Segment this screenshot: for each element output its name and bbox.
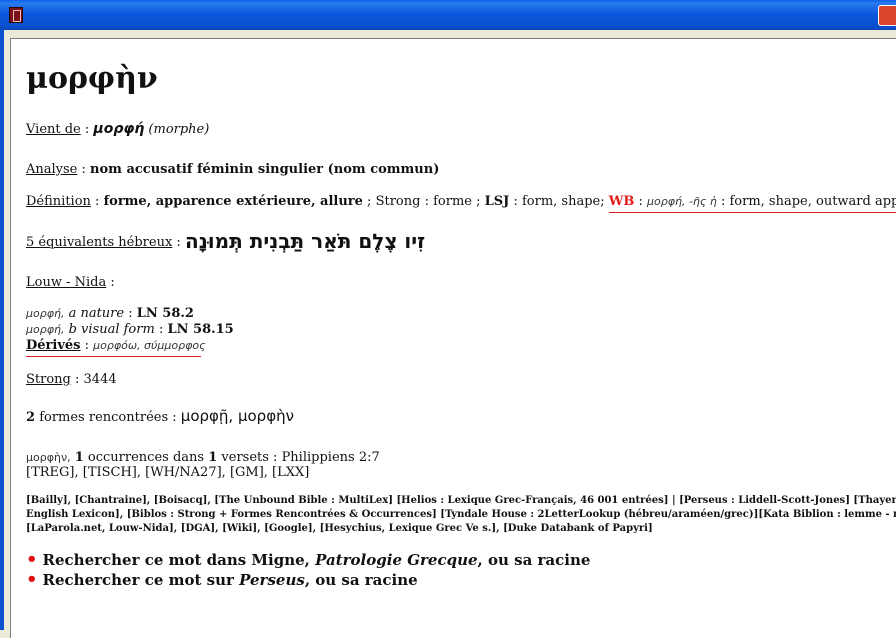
content-pane: μορφὴν Vient de : μορφή (morphe) Analyse… xyxy=(10,38,896,638)
link2-italic: Perseus xyxy=(239,571,305,589)
strong-number: 3444 xyxy=(83,372,117,387)
separator: : xyxy=(70,372,84,387)
refs-line-1[interactable]: [Bailly], [Chantraine], [Boisacq], [The … xyxy=(26,495,896,506)
analyse-value: nom accusatif féminin singulier (nom com… xyxy=(90,162,440,177)
separator: ; xyxy=(362,194,376,209)
ln-entry-2: μορφή, b visual form : LN 58.15 xyxy=(26,322,234,337)
hebrew-words[interactable]: זִיו צֶלֶם תֹּאַר תַּבְנִית תְּמוּנָה xyxy=(185,229,425,253)
analyse-label: Analyse xyxy=(26,162,78,177)
lsj-def: form, shape; xyxy=(521,194,605,209)
wb-label[interactable]: WB xyxy=(609,194,635,209)
lemma[interactable]: μορφή xyxy=(93,121,144,137)
perseus-link[interactable]: • Rechercher ce mot sur Perseus, ou sa ra… xyxy=(26,569,418,590)
bullet-icon: • xyxy=(26,569,38,590)
strong-def-label: Strong xyxy=(375,194,421,209)
transliteration: (morphe) xyxy=(148,122,210,137)
separator: : xyxy=(154,322,168,337)
derives-value[interactable]: μορφόω, σύμμορφος xyxy=(93,339,205,352)
ln-1-greek: μορφή, xyxy=(26,307,65,320)
occ-greek: μορφὴν, xyxy=(26,451,71,464)
derives-line: Dérivés : μορφόω, σύμμορφος xyxy=(26,338,206,357)
analyse-line: Analyse : nom accusatif féminin singulie… xyxy=(26,162,439,177)
hebrew-line: 5 équivalents hébreux : זִיו צֶלֶם תֹּאַ… xyxy=(26,229,425,253)
link1-post: , ou sa racine xyxy=(477,551,591,569)
definition-line: Définition : forme, apparence extérieure… xyxy=(26,194,896,213)
ln-1-code[interactable]: LN 58.2 xyxy=(137,306,194,321)
wb-def: form, shape, outward appearance xyxy=(729,194,896,209)
refs-line-2[interactable]: English Lexicon], [Biblos : Strong + For… xyxy=(26,509,896,520)
ln-2-greek: μορφή, xyxy=(26,323,65,336)
separator: : xyxy=(106,275,115,290)
wb-block: WB : μορφή, -ῆς ἡ : form, shape, outward… xyxy=(608,194,896,213)
link2-pre: Rechercher ce mot sur xyxy=(42,571,234,589)
headword: μορφὴν xyxy=(26,61,158,96)
ln-2-sense: b visual form xyxy=(68,322,155,337)
origin-line: Vient de : μορφή (morphe) xyxy=(26,121,209,137)
separator: : xyxy=(716,194,730,209)
strong-def: forme xyxy=(433,194,472,209)
ln-2-code[interactable]: LN 58.15 xyxy=(167,322,233,337)
vient-de-label: Vient de xyxy=(26,122,81,137)
editions-line[interactable]: [TREG], [TISCH], [WH/NA27], [GM], [LXX] xyxy=(26,465,309,480)
occ-count: 1 xyxy=(74,450,84,465)
hebrew-label: 5 équivalents hébreux xyxy=(26,235,173,250)
louw-nida-label[interactable]: Louw - Nida xyxy=(26,275,106,290)
separator: : xyxy=(634,194,648,209)
lsj-label: LSJ xyxy=(484,194,510,209)
formes-line: 2 formes rencontrées : μορφῇ, μορφὴν xyxy=(26,407,294,425)
link1-pre: Rechercher ce mot dans Migne, xyxy=(42,551,310,569)
versets-count: 1 xyxy=(208,450,218,465)
separator: : xyxy=(77,162,91,177)
separator: : xyxy=(172,235,185,250)
wb-greek: μορφή, -ῆς ἡ xyxy=(647,195,717,208)
definition-label: Définition xyxy=(26,194,91,209)
refs-line-3[interactable]: [LaParola.net, Louw-Nida], [DGA], [Wiki]… xyxy=(26,523,653,534)
separator: : xyxy=(80,338,94,353)
occ-text-1: occurrences dans xyxy=(87,450,205,465)
formes-label: formes rencontrées xyxy=(39,410,169,425)
separator: : xyxy=(80,122,94,137)
formes-count: 2 xyxy=(26,410,36,425)
close-button[interactable] xyxy=(878,5,896,26)
title-bar[interactable] xyxy=(0,0,896,30)
ln-entry-1: μορφή, a nature : LN 58.2 xyxy=(26,306,194,321)
louw-nida-line: Louw - Nida : xyxy=(26,275,115,290)
link2-post: , ou sa racine xyxy=(304,571,418,589)
separator: : xyxy=(90,194,104,209)
link1-italic: Patrologie Grecque xyxy=(315,551,478,569)
ln-1-sense: a nature xyxy=(68,306,125,321)
strong-label[interactable]: Strong xyxy=(26,372,71,387)
strong-line: Strong : 3444 xyxy=(26,372,117,387)
definition-main: forme, apparence extérieure, allure xyxy=(103,194,363,209)
formes-values[interactable]: μορφῇ, μορφὴν xyxy=(181,407,294,425)
separator: : xyxy=(124,306,137,321)
derives-label: Dérivés xyxy=(26,338,81,353)
separator: : xyxy=(168,410,181,425)
separator: ; xyxy=(471,194,485,209)
book-icon[interactable] xyxy=(9,7,23,23)
occurrences-line: μορφὴν, 1 occurrences dans 1 versets : P… xyxy=(26,450,380,465)
separator: : xyxy=(509,194,522,209)
bullet-icon: • xyxy=(26,549,38,570)
occ-text-2[interactable]: versets : Philippiens 2:7 xyxy=(221,450,379,465)
migne-link[interactable]: • Rechercher ce mot dans Migne, Patrologi… xyxy=(26,549,590,570)
separator: : xyxy=(420,194,434,209)
